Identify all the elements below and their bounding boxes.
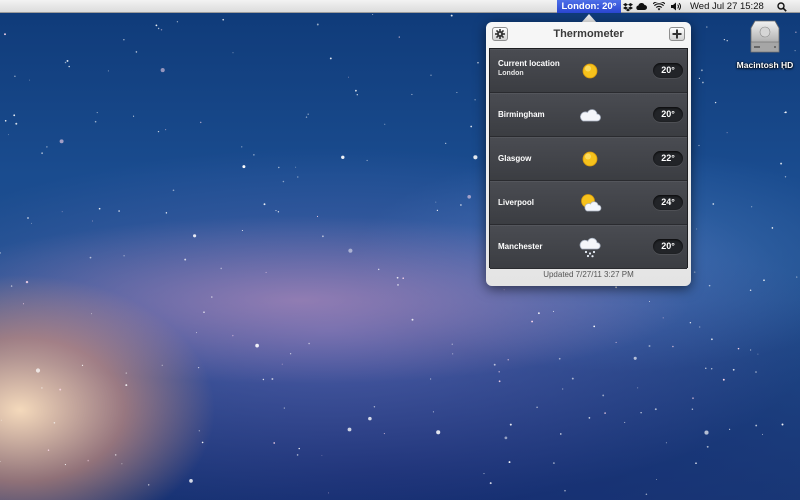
macintosh-hd-desktop-icon[interactable]: Macintosh HD — [734, 18, 796, 76]
location-name: Glasgow — [498, 154, 532, 163]
popover-header: Thermometer — [486, 22, 691, 46]
volume-icon[interactable] — [670, 1, 682, 12]
wifi-icon[interactable] — [653, 1, 665, 12]
temperature-value: 22° — [653, 151, 683, 166]
dropbox-icon[interactable] — [622, 1, 634, 12]
popover-title: Thermometer — [553, 28, 624, 40]
menu-bar: London: 20° Wed Jul 27 15:28 — [0, 0, 800, 13]
sunny-icon — [582, 151, 598, 167]
temperature-value: 24° — [653, 195, 683, 210]
spotlight-search-icon[interactable] — [775, 0, 789, 13]
gear-icon — [495, 29, 505, 39]
cloudy-icon — [580, 109, 601, 122]
location-row[interactable]: Current location London 20° — [490, 49, 687, 93]
plus-icon — [672, 29, 682, 39]
temperature-value: 20° — [653, 107, 683, 122]
add-location-button[interactable] — [669, 27, 685, 41]
settings-button[interactable] — [492, 27, 508, 41]
last-updated-text: Updated 7/27/11 3:27 PM — [543, 270, 634, 279]
location-row[interactable]: Liverpool 24° — [490, 181, 687, 225]
temperature-value: 20° — [653, 239, 683, 254]
location-subtitle: London — [498, 70, 524, 77]
menu-bar-clock[interactable]: Wed Jul 27 15:28 — [690, 0, 764, 13]
sunny-icon — [582, 63, 598, 79]
location-list: Current location London 20° Birmingham 2… — [489, 48, 688, 269]
location-name: Liverpool — [498, 198, 535, 207]
temperature-value: 20° — [653, 63, 683, 78]
location-name: Manchester — [498, 242, 543, 251]
thermometer-menu-item[interactable]: London: 20° — [557, 0, 621, 13]
location-row[interactable]: Manchester 20° — [490, 225, 687, 269]
thermometer-popover: Thermometer Current location London 20° … — [486, 22, 691, 286]
location-name: Current location — [498, 59, 560, 68]
cloud-icon[interactable] — [635, 1, 647, 12]
drive-label: Macintosh HD — [736, 60, 794, 70]
location-row[interactable]: Birmingham 20° — [490, 93, 687, 137]
location-name: Birmingham — [498, 110, 545, 119]
partly-cloudy-icon — [581, 194, 602, 212]
hard-drive-icon — [750, 20, 780, 53]
location-row[interactable]: Glasgow 22° — [490, 137, 687, 181]
snow-icon — [579, 237, 601, 258]
